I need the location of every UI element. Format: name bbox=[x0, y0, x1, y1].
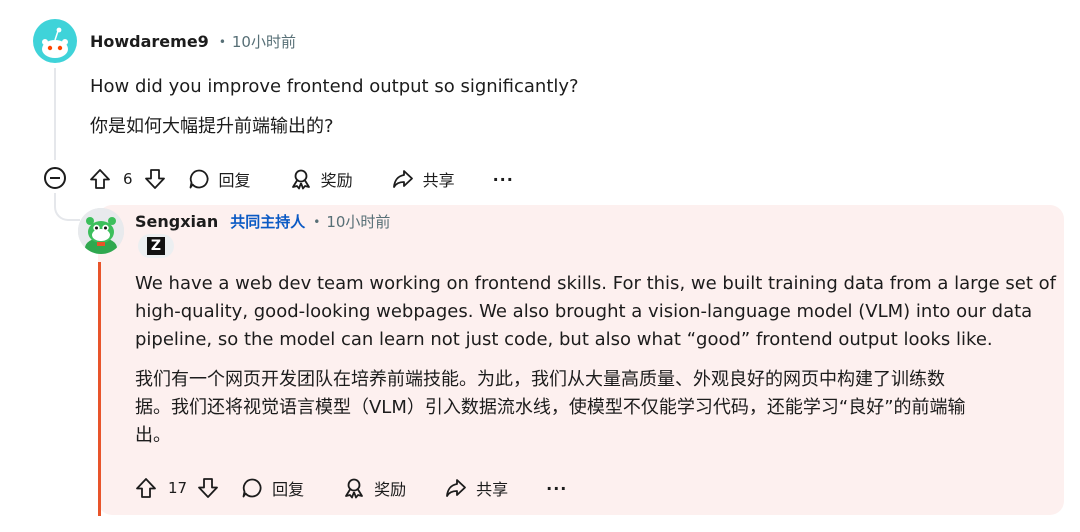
username[interactable]: Howdareme9 bbox=[90, 32, 209, 51]
reply-line: 我们有一个网页开发团队在培养前端技能。为此，我们从大量高质量、外观良好的网页中构… bbox=[135, 369, 945, 390]
thread-line bbox=[54, 68, 56, 160]
user-flair: Z bbox=[138, 234, 174, 258]
reply-thread-line bbox=[98, 262, 101, 516]
comment-body: How did you improve frontend output so s… bbox=[90, 73, 579, 101]
reply-header: Sengxian 共同主持人 • 10小时前 bbox=[135, 211, 390, 232]
collapse-thread-button[interactable] bbox=[44, 167, 66, 189]
comment-action-bar: 6 回复 奖励 共享 ··· bbox=[88, 164, 514, 194]
comment-icon bbox=[189, 169, 209, 189]
reply-label: 回复 bbox=[218, 171, 251, 190]
reply-action-bar: 17 回复 奖励 共享 ··· bbox=[134, 473, 567, 503]
vote-count: 17 bbox=[168, 479, 188, 497]
comment-body-translation: 你是如何大幅提升前端输出的? bbox=[90, 113, 334, 141]
upvote-icon bbox=[136, 478, 156, 498]
minus-icon bbox=[50, 177, 60, 179]
share-button[interactable]: 共享 bbox=[444, 476, 508, 500]
thread-connector bbox=[54, 193, 80, 221]
downvote-button[interactable] bbox=[143, 167, 167, 191]
comment-line: 你是如何大幅提升前端输出的? bbox=[90, 116, 334, 137]
reply-line: We have a web dev team working on fronte… bbox=[135, 273, 1057, 294]
upvote-button[interactable] bbox=[134, 476, 158, 500]
share-icon bbox=[392, 170, 413, 188]
reply-line: pipeline, so the model can learn not jus… bbox=[135, 329, 993, 350]
more-options-button[interactable]: ··· bbox=[493, 170, 514, 189]
share-label: 共享 bbox=[422, 171, 455, 190]
downvote-icon bbox=[198, 478, 218, 498]
avatar[interactable] bbox=[33, 19, 77, 63]
moderator-badge[interactable]: 共同主持人 bbox=[230, 211, 305, 232]
downvote-icon bbox=[144, 169, 165, 189]
downvote-button[interactable] bbox=[196, 476, 220, 500]
separator-dot: • bbox=[218, 34, 226, 49]
reply-line: 据。我们还将视觉语言模型（VLM）引入数据流水线，使模型不仅能学习代码，还能学习… bbox=[135, 397, 966, 418]
share-label: 共享 bbox=[476, 480, 509, 499]
award-button[interactable]: 奖励 bbox=[289, 167, 353, 191]
reply-body-translation: 我们有一个网页开发团队在培养前端技能。为此，我们从大量高质量、外观良好的网页中构… bbox=[135, 366, 966, 450]
timestamp[interactable]: 10小时前 bbox=[232, 31, 296, 52]
award-icon bbox=[291, 169, 310, 190]
comment-header: Howdareme9 • 10小时前 bbox=[90, 31, 296, 52]
share-icon bbox=[446, 479, 467, 497]
award-button[interactable]: 奖励 bbox=[342, 476, 406, 500]
share-button[interactable]: 共享 bbox=[391, 167, 455, 191]
reply-body: We have a web dev team working on fronte… bbox=[135, 270, 1056, 354]
more-options-button[interactable]: ··· bbox=[546, 479, 567, 498]
reply-button[interactable]: 回复 bbox=[187, 167, 251, 191]
reply-card bbox=[98, 205, 1064, 515]
upvote-button[interactable] bbox=[88, 167, 112, 191]
reply-line: high-quality, good-looking webpages. We … bbox=[135, 301, 1033, 322]
timestamp[interactable]: 10小时前 bbox=[326, 211, 390, 232]
username[interactable]: Sengxian bbox=[135, 212, 218, 231]
award-label: 奖励 bbox=[320, 171, 353, 190]
award-label: 奖励 bbox=[374, 480, 407, 499]
zai-logo-icon: Z bbox=[147, 237, 165, 255]
comment-line: How did you improve frontend output so s… bbox=[90, 76, 579, 97]
vote-count: 6 bbox=[123, 170, 133, 188]
reply-button[interactable]: 回复 bbox=[240, 476, 304, 500]
separator-dot: • bbox=[313, 214, 321, 229]
upvote-icon bbox=[90, 169, 110, 189]
comment-icon bbox=[242, 478, 262, 498]
award-icon bbox=[345, 478, 364, 499]
avatar[interactable] bbox=[78, 208, 124, 254]
reply-label: 回复 bbox=[272, 480, 305, 499]
reply-line: 出。 bbox=[135, 425, 171, 446]
